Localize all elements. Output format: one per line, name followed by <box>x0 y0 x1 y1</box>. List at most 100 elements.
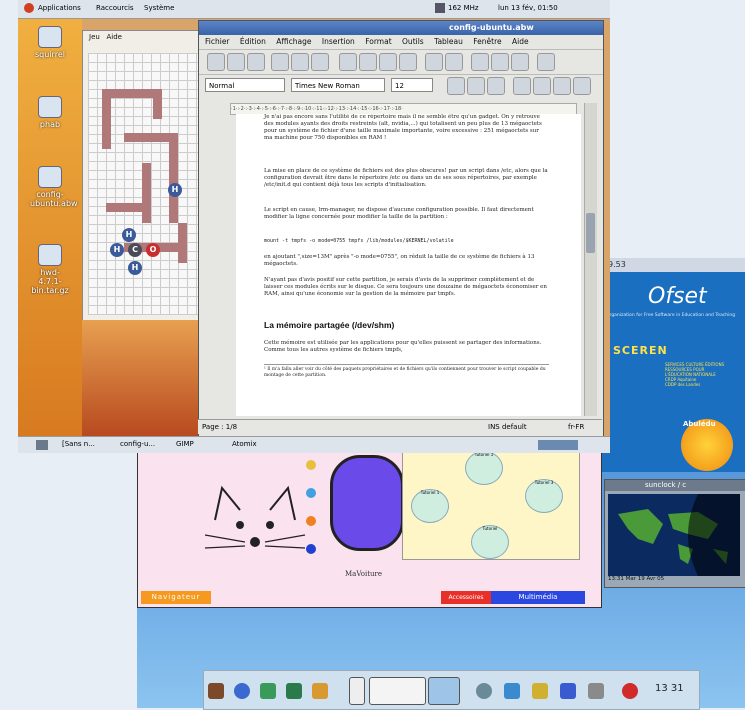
app-icon[interactable] <box>476 683 492 699</box>
underline-icon[interactable] <box>487 77 505 95</box>
tool-icon[interactable] <box>306 544 316 554</box>
tool-icon[interactable] <box>306 460 316 470</box>
show-desktop-icon[interactable] <box>36 440 48 450</box>
open-icon[interactable] <box>227 53 245 71</box>
desktop-icon-config[interactable]: config-ubuntu.abw <box>30 166 78 208</box>
tutorial-item[interactable]: Tutoriel 3 <box>525 479 563 513</box>
menu-fenetre[interactable]: Fenêtre <box>473 37 501 46</box>
task-atomix[interactable]: Atomix <box>232 440 257 448</box>
align-center-icon[interactable] <box>533 77 551 95</box>
car-icon[interactable] <box>330 455 404 551</box>
image-icon[interactable] <box>537 53 555 71</box>
task-gimp[interactable]: GIMP <box>176 440 194 448</box>
task-config[interactable]: config-u... <box>120 440 155 448</box>
app-icon[interactable] <box>312 683 328 699</box>
tutorial-item[interactable]: Tutoriel <box>471 525 509 559</box>
world-map[interactable] <box>608 494 740 576</box>
workspace-switcher[interactable] <box>538 440 578 450</box>
app-icon[interactable] <box>560 683 576 699</box>
sunclock-status: 13:31 Mar 19 Avr 05 <box>608 576 665 582</box>
tutorial-item[interactable]: Tutoriel 1 <box>411 489 449 523</box>
preview-icon[interactable] <box>291 53 309 71</box>
applications-menu[interactable]: Applications <box>38 4 81 12</box>
sunclock-window[interactable]: sunclock / c 13:31 Mar 19 Avr 05 <box>604 479 745 588</box>
folder-icon <box>38 96 62 118</box>
task-sans-nom[interactable]: [Sans n... <box>62 440 95 448</box>
clock[interactable]: lun 13 fév, 01:50 <box>498 4 558 12</box>
vertical-scrollbar[interactable] <box>584 103 597 416</box>
app-icon[interactable] <box>504 683 520 699</box>
multimedia-button[interactable]: Multimédia <box>491 591 585 604</box>
menu-jeu[interactable]: Jeu <box>89 33 100 41</box>
undo-icon[interactable] <box>425 53 443 71</box>
desktop-icon-label: phab <box>39 120 61 129</box>
navigator-button[interactable]: Navigateur <box>141 591 211 604</box>
table-icon[interactable] <box>471 53 489 71</box>
web-icon[interactable] <box>234 683 250 699</box>
scrollbar-thumb[interactable] <box>586 213 595 253</box>
menu-affichage[interactable]: Affichage <box>276 37 311 46</box>
paste-icon[interactable] <box>379 53 397 71</box>
menu-format[interactable]: Format <box>365 37 391 46</box>
language: fr-FR <box>568 423 585 431</box>
copy-icon[interactable] <box>359 53 377 71</box>
close-icon[interactable] <box>622 683 638 699</box>
tutorial-label: Tutoriel 3 <box>534 480 554 485</box>
atom-h[interactable]: H <box>128 261 142 275</box>
menu-aide[interactable]: Aide <box>512 37 529 46</box>
redo-icon[interactable] <box>445 53 463 71</box>
menu-edition[interactable]: Édition <box>240 37 266 46</box>
format-painter-icon[interactable] <box>399 53 417 71</box>
tutorial-item[interactable]: Tutoriel 1 <box>465 451 503 485</box>
dock-clock: 13 31 <box>655 683 684 694</box>
book-icon[interactable] <box>208 683 224 699</box>
document-page[interactable]: Je n'ai pas encore sans l'utilité de ce … <box>236 114 581 416</box>
italic-icon[interactable] <box>467 77 485 95</box>
style-select[interactable]: Normal <box>205 78 285 92</box>
columns-icon[interactable] <box>491 53 509 71</box>
bold-icon[interactable] <box>447 77 465 95</box>
ubuntu-icon[interactable] <box>24 3 34 13</box>
app-icon[interactable] <box>532 683 548 699</box>
tool-icon[interactable] <box>306 488 316 498</box>
align-left-icon[interactable] <box>513 77 531 95</box>
car-label: MaVoiture <box>345 570 383 578</box>
sunclock-title[interactable]: sunclock / c <box>605 480 745 491</box>
workspace-icon[interactable] <box>349 677 365 705</box>
workspace-icon[interactable] <box>369 677 426 705</box>
font-select[interactable]: Times New Roman <box>291 78 385 92</box>
app-icon[interactable] <box>286 683 302 699</box>
new-icon[interactable] <box>207 53 225 71</box>
menu-aide[interactable]: Aide <box>107 33 122 41</box>
accessories-button[interactable]: Accessoires <box>441 591 491 604</box>
desktop-icon-phab[interactable]: phab <box>30 96 70 129</box>
atom-h[interactable]: H <box>110 243 124 257</box>
cut-icon[interactable] <box>339 53 357 71</box>
atomix-menubar: Jeu Aide <box>83 31 201 43</box>
atom-h[interactable]: H <box>122 228 136 242</box>
spellcheck-icon[interactable] <box>311 53 329 71</box>
abiword-titlebar[interactable]: config-ubuntu.abw <box>199 21 603 35</box>
font-size-select[interactable]: 12 <box>391 78 433 92</box>
menu-fichier[interactable]: Fichier <box>205 37 230 46</box>
app-icon[interactable] <box>588 683 604 699</box>
atom-o[interactable]: O <box>146 243 160 257</box>
save-icon[interactable] <box>247 53 265 71</box>
app-icon[interactable] <box>260 683 276 699</box>
atomix-board[interactable]: H H C O H H <box>88 53 198 315</box>
layout-icon[interactable] <box>511 53 529 71</box>
print-icon[interactable] <box>271 53 289 71</box>
atom-h[interactable]: H <box>168 183 182 197</box>
desktop-icon-archive[interactable]: hwd-4.7.1-bin.tar.gz <box>30 244 70 295</box>
align-right-icon[interactable] <box>553 77 571 95</box>
shortcuts-menu[interactable]: Raccourcis <box>96 4 134 12</box>
system-menu[interactable]: Système <box>144 4 174 12</box>
menu-tableau[interactable]: Tableau <box>434 37 463 46</box>
desktop-icon-squirrel[interactable]: squirrel <box>30 26 70 59</box>
workspace-active-icon[interactable] <box>428 677 460 705</box>
menu-outils[interactable]: Outils <box>402 37 424 46</box>
justify-icon[interactable] <box>573 77 591 95</box>
menu-insertion[interactable]: Insertion <box>322 37 355 46</box>
tool-icon[interactable] <box>306 516 316 526</box>
atom-c[interactable]: C <box>128 243 142 257</box>
